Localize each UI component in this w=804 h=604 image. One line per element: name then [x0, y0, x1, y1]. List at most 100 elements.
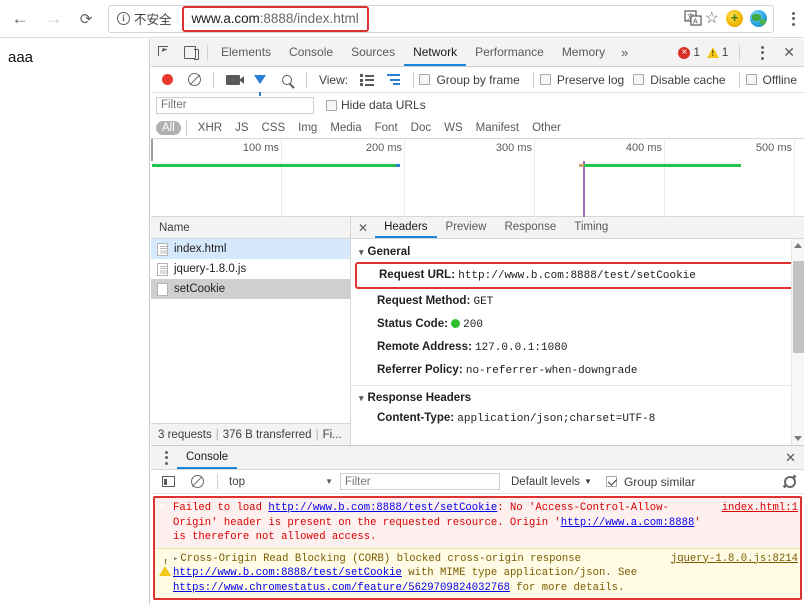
tab-sources[interactable]: Sources	[342, 39, 404, 66]
forward-button[interactable]: →	[40, 5, 68, 33]
offline-checkbox[interactable]	[745, 74, 757, 85]
type-filter-all[interactable]: All	[156, 120, 181, 135]
svg-text:A: A	[693, 19, 698, 26]
close-devtools-button[interactable]: ✕	[776, 44, 802, 61]
tab-memory[interactable]: Memory	[553, 39, 614, 66]
chrome-menu-button[interactable]	[782, 7, 804, 31]
filter-toggle-button[interactable]	[248, 67, 273, 96]
request-details-panel: ✕ Headers Preview Response Timing Genera…	[351, 217, 804, 445]
record-button[interactable]	[155, 67, 180, 93]
hide-data-urls-checkbox[interactable]	[326, 99, 337, 111]
address-bar-highlight[interactable]: www.a.com:8888/index.html	[181, 5, 369, 32]
error-origin-link[interactable]: http://www.a.com:8888	[561, 517, 695, 529]
network-overview-timeline[interactable]: 100 ms 200 ms 300 ms 400 ms 500 ms	[151, 139, 804, 217]
warning-icon	[159, 553, 171, 576]
msg-part: with MIME type application/json. See	[401, 567, 638, 579]
type-filter-font[interactable]: Font	[369, 121, 404, 135]
clear-button[interactable]	[182, 67, 207, 93]
search-button[interactable]	[275, 67, 300, 93]
close-drawer-button[interactable]: ✕	[777, 450, 804, 466]
devtools-menu-button[interactable]	[751, 41, 773, 65]
url-host: www.a.com	[191, 10, 260, 26]
scroll-up-icon[interactable]	[794, 243, 802, 248]
group-similar-checkbox[interactable]	[605, 476, 617, 487]
clear-console-button[interactable]	[184, 469, 210, 495]
disable-cache-checkbox[interactable]	[633, 74, 645, 85]
bookmark-star-icon[interactable]: ☆	[705, 10, 719, 27]
gear-icon[interactable]	[783, 475, 797, 489]
type-filter-css[interactable]: CSS	[255, 121, 291, 135]
search-icon	[282, 74, 293, 85]
details-scrollbar[interactable]	[791, 239, 804, 445]
request-list-column-header[interactable]: Name	[151, 217, 350, 239]
preserve-log-checkbox[interactable]	[539, 74, 551, 85]
document-icon	[157, 242, 168, 256]
source-link[interactable]: index.html:1	[722, 502, 798, 514]
general-section-title[interactable]: General	[351, 243, 804, 261]
type-filter-media[interactable]: Media	[324, 121, 367, 135]
error-source-location[interactable]: index.html:1	[716, 501, 798, 545]
list-item[interactable]: Failed to load http://www.b.com:8888/tes…	[155, 498, 800, 548]
issue-badges[interactable]: 1 1 ✕	[678, 41, 804, 65]
tab-timing[interactable]: Timing	[565, 217, 617, 238]
type-filter-doc[interactable]: Doc	[405, 121, 437, 135]
scroll-down-icon[interactable]	[794, 436, 802, 441]
extension-2-icon[interactable]	[750, 10, 767, 27]
omnibox[interactable]: i 不安全 www.a.com:8888/index.html 文 A ☆	[108, 4, 774, 33]
request-name: setCookie	[174, 283, 226, 295]
type-filter-manifest[interactable]: Manifest	[470, 121, 525, 135]
drawer-menu-button[interactable]	[155, 446, 177, 470]
tab-preview[interactable]: Preview	[437, 217, 496, 238]
network-filter-input[interactable]	[156, 96, 314, 114]
type-filter-js[interactable]: JS	[229, 121, 254, 135]
remote-address-value: 127.0.0.1:1080	[475, 342, 568, 354]
scrollbar-thumb[interactable]	[793, 261, 804, 353]
tab-response[interactable]: Response	[495, 217, 565, 238]
extension-1-icon[interactable]	[726, 10, 743, 27]
table-row[interactable]: jquery-1.8.0.js	[151, 259, 350, 279]
warning-resource-link[interactable]: http://www.b.com:8888/test/setCookie	[173, 567, 402, 579]
execution-context-selector[interactable]: top ▼	[225, 473, 337, 490]
tab-headers[interactable]: Headers	[375, 217, 437, 238]
type-filter-img[interactable]: Img	[292, 121, 323, 135]
expand-arrow-icon[interactable]: ▸	[173, 554, 178, 564]
web-page-viewport: aaa	[0, 39, 150, 604]
error-resource-link[interactable]: http://www.b.com:8888/test/setCookie	[268, 502, 497, 514]
type-filter-other[interactable]: Other	[526, 121, 567, 135]
type-filter-ws[interactable]: WS	[438, 121, 469, 135]
close-details-button[interactable]: ✕	[351, 221, 375, 235]
source-link[interactable]: jquery-1.8.0.js:8214	[671, 553, 798, 565]
table-row[interactable]: setCookie	[151, 279, 350, 299]
tab-elements[interactable]: Elements	[212, 39, 280, 66]
content-type-row: Content-Type: application/json;charset=U…	[351, 407, 804, 430]
warning-source-location[interactable]: jquery-1.8.0.js:8214	[665, 552, 798, 596]
console-sidebar-button[interactable]	[155, 469, 181, 495]
tab-console[interactable]: Console	[280, 39, 342, 66]
capture-screenshots-button[interactable]	[220, 67, 245, 93]
divider	[412, 71, 414, 88]
view-list-button[interactable]	[354, 67, 379, 93]
type-filter-xhr[interactable]: XHR	[192, 121, 228, 135]
timeline-request-bar-1	[152, 164, 396, 167]
toggle-device-toolbar-button[interactable]	[177, 40, 203, 66]
log-levels-selector[interactable]: Default levels ▼	[511, 476, 592, 488]
list-item[interactable]: ▸Cross-Origin Read Blocking (CORB) block…	[155, 547, 800, 598]
tab-performance[interactable]: Performance	[466, 39, 553, 66]
status-transferred: 376 B transferred	[222, 429, 312, 441]
table-row[interactable]: index.html	[151, 239, 350, 259]
chromestatus-link[interactable]: https://www.chromestatus.com/feature/562…	[173, 582, 510, 594]
reload-button[interactable]: ⟳	[72, 5, 100, 33]
tab-console-drawer[interactable]: Console	[177, 446, 238, 469]
request-list[interactable]: index.html jquery-1.8.0.js setCookie	[151, 239, 350, 423]
view-waterfall-button[interactable]	[381, 67, 406, 93]
tab-network[interactable]: Network	[404, 39, 467, 66]
security-indicator[interactable]: i 不安全	[109, 9, 172, 28]
inspect-element-button[interactable]	[151, 40, 177, 66]
info-icon: i	[117, 12, 130, 25]
translate-icon[interactable]: 文 A	[684, 10, 703, 27]
back-button[interactable]: ←	[6, 5, 34, 33]
group-by-frame-checkbox[interactable]	[419, 74, 431, 85]
more-tabs-icon[interactable]: »	[614, 45, 635, 60]
console-filter-input[interactable]	[340, 473, 500, 490]
response-headers-section-title[interactable]: Response Headers	[351, 389, 804, 407]
